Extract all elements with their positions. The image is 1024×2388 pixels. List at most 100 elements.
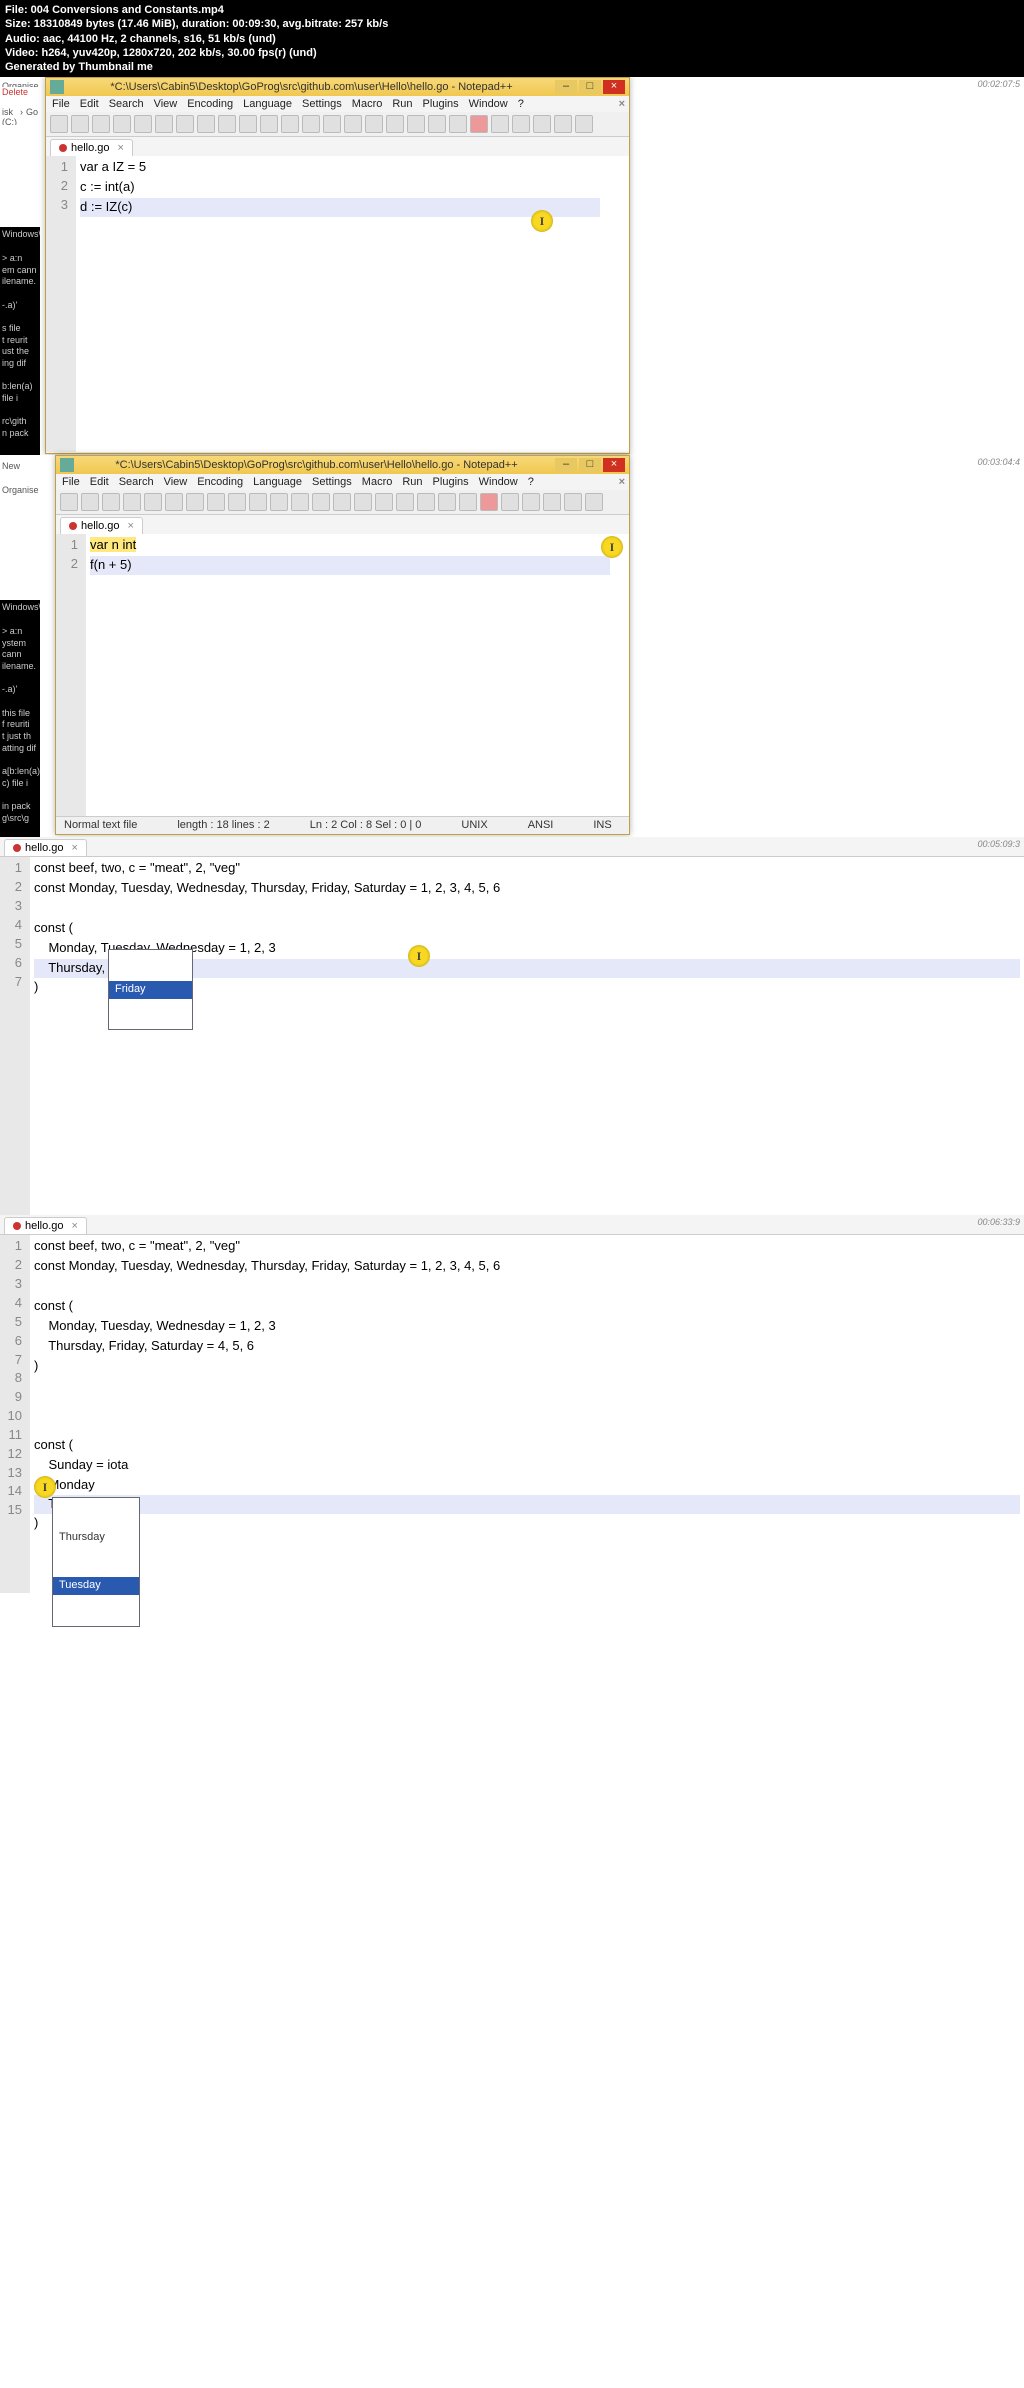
tool-find-icon[interactable] (281, 115, 299, 133)
menu-window[interactable]: Window (469, 98, 508, 110)
tool-chars-icon[interactable] (386, 115, 404, 133)
code-editor[interactable]: const beef, two, c = "meat", 2, "veg" co… (30, 857, 1024, 1215)
menu-macro[interactable]: Macro (362, 476, 393, 488)
tool-saverec-icon[interactable] (554, 115, 572, 133)
tool-lang-icon[interactable] (449, 115, 467, 133)
window-titlebar[interactable]: *C:\Users\Cabin5\Desktop\GoProg\src\gith… (56, 456, 629, 474)
tool-copy-icon[interactable] (207, 493, 225, 511)
menu-view[interactable]: View (164, 476, 188, 488)
tool-new-icon[interactable] (60, 493, 78, 511)
tool-replace-icon[interactable] (312, 493, 330, 511)
menu-search[interactable]: Search (109, 98, 144, 110)
tool-cut-icon[interactable] (176, 115, 194, 133)
menu-encoding[interactable]: Encoding (187, 98, 233, 110)
maximize-button[interactable]: □ (579, 458, 601, 472)
menu-run[interactable]: Run (392, 98, 412, 110)
panel-close-icon[interactable]: × (619, 98, 625, 110)
code-editor[interactable]: const beef, two, c = "meat", 2, "veg" co… (30, 1235, 1024, 1593)
tool-wrap-icon[interactable] (365, 115, 383, 133)
tool-new-icon[interactable] (50, 115, 68, 133)
tool-indent-icon[interactable] (417, 493, 435, 511)
tool-close-icon[interactable] (134, 115, 152, 133)
tool-lang-icon[interactable] (459, 493, 477, 511)
autocomplete-popup[interactable]: Thursday Tuesday (52, 1497, 140, 1626)
tool-fold-icon[interactable] (438, 493, 456, 511)
explorer-organise[interactable]: Organise (2, 485, 38, 495)
tool-saveall-icon[interactable] (113, 115, 131, 133)
breadcrumb-go[interactable]: Go (26, 107, 38, 123)
menu-run[interactable]: Run (402, 476, 422, 488)
tool-indent-icon[interactable] (407, 115, 425, 133)
close-button[interactable]: × (603, 80, 625, 94)
tool-fast-icon[interactable] (533, 115, 551, 133)
explorer-delete[interactable]: Delete (2, 87, 40, 97)
code-editor[interactable]: var a IZ = 5 c := int(a) d := IZ(c) I (76, 156, 629, 452)
autocomplete-item-selected[interactable]: Tuesday (53, 1577, 139, 1594)
tool-find-icon[interactable] (291, 493, 309, 511)
tool-stop-icon[interactable] (491, 115, 509, 133)
menu-plugins[interactable]: Plugins (423, 98, 459, 110)
tool-cut-icon[interactable] (186, 493, 204, 511)
autocomplete-popup[interactable]: Friday (108, 949, 193, 1030)
tool-zoomin-icon[interactable] (333, 493, 351, 511)
minimize-button[interactable]: – (555, 80, 577, 94)
tool-paste-icon[interactable] (218, 115, 236, 133)
tool-save-icon[interactable] (102, 493, 120, 511)
menu-help[interactable]: ? (528, 476, 534, 488)
tool-play-icon[interactable] (522, 493, 540, 511)
tool-paste-icon[interactable] (228, 493, 246, 511)
tool-saverec-icon[interactable] (564, 493, 582, 511)
tool-print-icon[interactable] (155, 115, 173, 133)
file-tab[interactable]: hello.go× (60, 517, 143, 534)
menu-macro[interactable]: Macro (352, 98, 383, 110)
tool-close-icon[interactable] (144, 493, 162, 511)
tool-play-icon[interactable] (512, 115, 530, 133)
file-tab[interactable]: hello.go× (50, 139, 133, 156)
tool-save-icon[interactable] (92, 115, 110, 133)
tool-rec-icon[interactable] (470, 115, 488, 133)
tool-misc-icon[interactable] (575, 115, 593, 133)
file-tab[interactable]: hello.go× (4, 1217, 87, 1234)
tool-zoomout-icon[interactable] (354, 493, 372, 511)
menu-window[interactable]: Window (479, 476, 518, 488)
menu-settings[interactable]: Settings (312, 476, 352, 488)
breadcrumb-disk[interactable]: isk (C:) (2, 107, 17, 123)
tool-copy-icon[interactable] (197, 115, 215, 133)
tool-fast-icon[interactable] (543, 493, 561, 511)
menu-help[interactable]: ? (518, 98, 524, 110)
tool-fold-icon[interactable] (428, 115, 446, 133)
autocomplete-item[interactable]: Thursday (53, 1529, 139, 1546)
tool-rec-icon[interactable] (480, 493, 498, 511)
tool-misc-icon[interactable] (585, 493, 603, 511)
tab-close-icon[interactable]: × (72, 842, 78, 854)
menu-edit[interactable]: Edit (90, 476, 109, 488)
window-titlebar[interactable]: *C:\Users\Cabin5\Desktop\GoProg\src\gith… (46, 78, 629, 96)
menu-file[interactable]: File (62, 476, 80, 488)
menu-language[interactable]: Language (243, 98, 292, 110)
tool-redo-icon[interactable] (270, 493, 288, 511)
menu-edit[interactable]: Edit (80, 98, 99, 110)
tab-close-icon[interactable]: × (72, 1220, 78, 1232)
explorer-new[interactable]: New (2, 461, 38, 471)
tab-close-icon[interactable]: × (128, 520, 134, 532)
tool-open-icon[interactable] (71, 115, 89, 133)
tool-saveall-icon[interactable] (123, 493, 141, 511)
autocomplete-item[interactable]: Friday (109, 981, 192, 998)
menu-plugins[interactable]: Plugins (433, 476, 469, 488)
tool-redo-icon[interactable] (260, 115, 278, 133)
menu-language[interactable]: Language (253, 476, 302, 488)
file-tab[interactable]: hello.go× (4, 839, 87, 856)
code-editor[interactable]: var n int f(n + 5) I (86, 534, 629, 816)
tool-undo-icon[interactable] (249, 493, 267, 511)
tool-replace-icon[interactable] (302, 115, 320, 133)
menu-file[interactable]: File (52, 98, 70, 110)
tool-open-icon[interactable] (81, 493, 99, 511)
panel-close-icon[interactable]: × (619, 476, 625, 488)
tool-chars-icon[interactable] (396, 493, 414, 511)
tool-wrap-icon[interactable] (375, 493, 393, 511)
menu-encoding[interactable]: Encoding (197, 476, 243, 488)
close-button[interactable]: × (603, 458, 625, 472)
tool-undo-icon[interactable] (239, 115, 257, 133)
tool-zoomin-icon[interactable] (323, 115, 341, 133)
menu-settings[interactable]: Settings (302, 98, 342, 110)
